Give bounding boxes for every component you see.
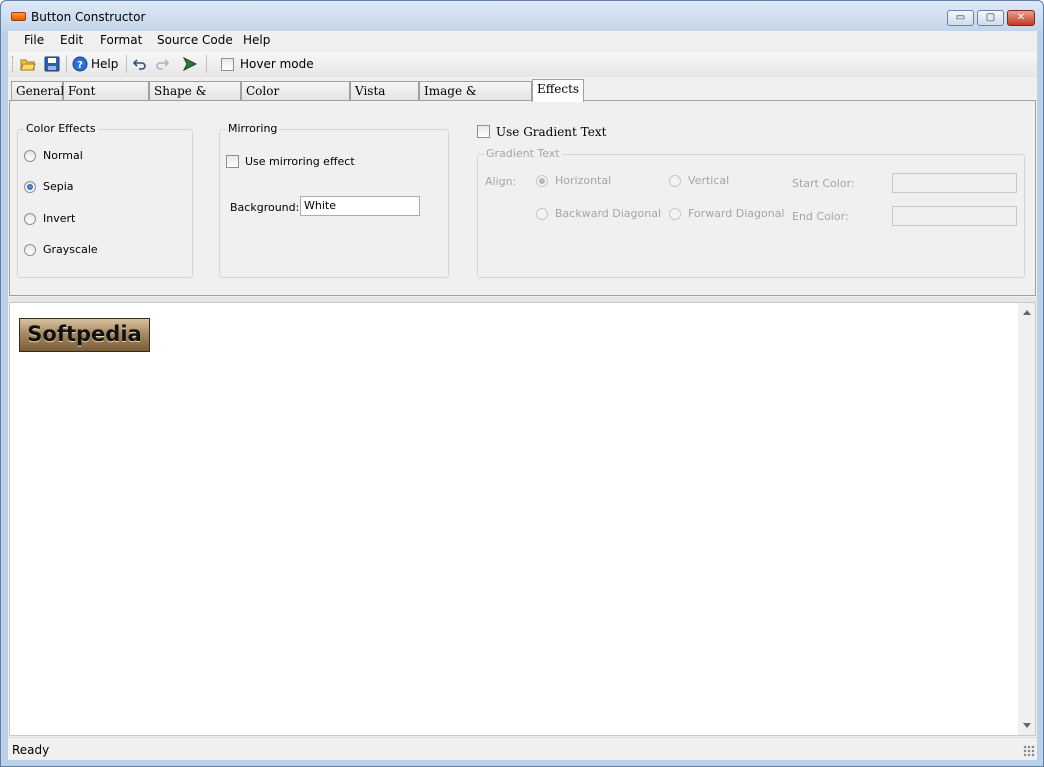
- mirroring-group: Mirroring Use mirroring effect Backgroun…: [219, 122, 449, 278]
- radio-horizontal-label[interactable]: Horizontal: [555, 174, 611, 187]
- radio-grayscale[interactable]: [24, 244, 36, 256]
- help-icon[interactable]: ?: [72, 56, 88, 72]
- effects-panel: Color Effects Normal Sepia Invert Graysc…: [9, 100, 1036, 296]
- mirroring-title: Mirroring: [226, 122, 280, 135]
- redo-icon[interactable]: [154, 56, 170, 72]
- radio-sepia-label[interactable]: Sepia: [43, 180, 74, 193]
- background-input[interactable]: White: [300, 196, 420, 216]
- radio-invert[interactable]: [24, 213, 36, 225]
- svg-text:?: ?: [77, 60, 83, 71]
- radio-normal[interactable]: [24, 150, 36, 162]
- radio-grayscale-label[interactable]: Grayscale: [43, 243, 98, 256]
- run-arrow-icon[interactable]: [182, 56, 198, 72]
- radio-vertical[interactable]: [669, 175, 681, 187]
- menu-bar: File Edit Format Source Code Help: [8, 31, 1037, 51]
- toolbar-separator: [66, 55, 67, 73]
- maximize-button[interactable]: ▢: [977, 10, 1004, 26]
- tab-image-templates[interactable]: Image & Templates: [419, 81, 532, 116]
- tab-strip: General Font Settings Shape & Sizing Col…: [11, 79, 1031, 116]
- status-text: Ready: [12, 743, 50, 757]
- app-icon: [11, 12, 26, 21]
- radio-sepia[interactable]: [24, 181, 36, 193]
- mirroring-label[interactable]: Use mirroring effect: [245, 155, 355, 168]
- open-folder-icon[interactable]: [20, 56, 36, 72]
- radio-horizontal[interactable]: [536, 175, 548, 187]
- toolbar-grip[interactable]: [12, 56, 14, 72]
- color-effects-group: Color Effects Normal Sepia Invert Graysc…: [17, 122, 193, 278]
- close-button[interactable]: ✕: [1007, 10, 1035, 26]
- preview-area: Softpedia: [9, 302, 1036, 736]
- start-color-field[interactable]: [892, 173, 1017, 193]
- scroll-up-icon[interactable]: [1023, 310, 1031, 315]
- status-bar: Ready: [8, 737, 1037, 760]
- tab-color-background[interactable]: Color Background: [241, 81, 350, 116]
- preview-button[interactable]: Softpedia: [19, 318, 150, 352]
- end-color-label: End Color:: [792, 210, 849, 223]
- radio-backward-diagonal[interactable]: [536, 208, 548, 220]
- undo-icon[interactable]: [132, 56, 148, 72]
- hover-mode-checkbox[interactable]: [221, 58, 234, 71]
- title-bar[interactable]: Button Constructor ▭ ▢ ✕: [1, 1, 1043, 31]
- hover-mode-label[interactable]: Hover mode: [240, 57, 314, 71]
- radio-forward-diagonal-label[interactable]: Forward Diagonal: [688, 207, 784, 220]
- tab-font-settings[interactable]: Font Settings: [63, 81, 149, 116]
- align-label: Align:: [485, 175, 517, 188]
- radio-backward-diagonal-label[interactable]: Backward Diagonal: [555, 207, 661, 220]
- save-disk-icon[interactable]: [44, 56, 60, 72]
- minimize-button[interactable]: ▭: [947, 10, 974, 26]
- gradient-checkbox[interactable]: [477, 125, 490, 138]
- tab-vista-style[interactable]: Vista Style: [350, 81, 419, 116]
- menu-source-code[interactable]: Source Code: [157, 33, 233, 47]
- radio-normal-label[interactable]: Normal: [43, 149, 83, 162]
- client-area: File Edit Format Source Code Help ? Help: [8, 31, 1037, 760]
- background-label: Background:: [230, 201, 300, 214]
- menu-format[interactable]: Format: [100, 33, 142, 47]
- toolbar-separator: [126, 55, 127, 73]
- radio-forward-diagonal[interactable]: [669, 208, 681, 220]
- resize-grip-icon[interactable]: [1023, 745, 1035, 757]
- menu-file[interactable]: File: [24, 33, 44, 47]
- start-color-label: Start Color:: [792, 177, 855, 190]
- menu-edit[interactable]: Edit: [60, 33, 83, 47]
- vertical-scrollbar[interactable]: [1018, 303, 1035, 735]
- help-button-label[interactable]: Help: [91, 57, 118, 71]
- tab-effects[interactable]: Effects: [532, 79, 584, 102]
- gradient-text-group: Gradient Text Align: Horizontal Vertical…: [477, 147, 1025, 278]
- toolbar-separator: [206, 55, 207, 73]
- tab-shape-sizing[interactable]: Shape & Sizing: [149, 81, 241, 116]
- menu-help[interactable]: Help: [243, 33, 270, 47]
- radio-vertical-label[interactable]: Vertical: [688, 174, 729, 187]
- color-effects-title: Color Effects: [24, 122, 98, 135]
- window-title: Button Constructor: [31, 10, 146, 24]
- scroll-down-icon[interactable]: [1023, 723, 1031, 728]
- toolbar: ? Help Hover mode: [8, 52, 1037, 77]
- gradient-label[interactable]: Use Gradient Text: [496, 125, 606, 139]
- tab-general[interactable]: General: [11, 81, 64, 101]
- end-color-field[interactable]: [892, 206, 1017, 226]
- mirroring-checkbox[interactable]: [226, 155, 239, 168]
- app-window: Button Constructor ▭ ▢ ✕ File Edit Forma…: [0, 0, 1044, 767]
- radio-invert-label[interactable]: Invert: [43, 212, 75, 225]
- gradient-text-title: Gradient Text: [484, 147, 562, 160]
